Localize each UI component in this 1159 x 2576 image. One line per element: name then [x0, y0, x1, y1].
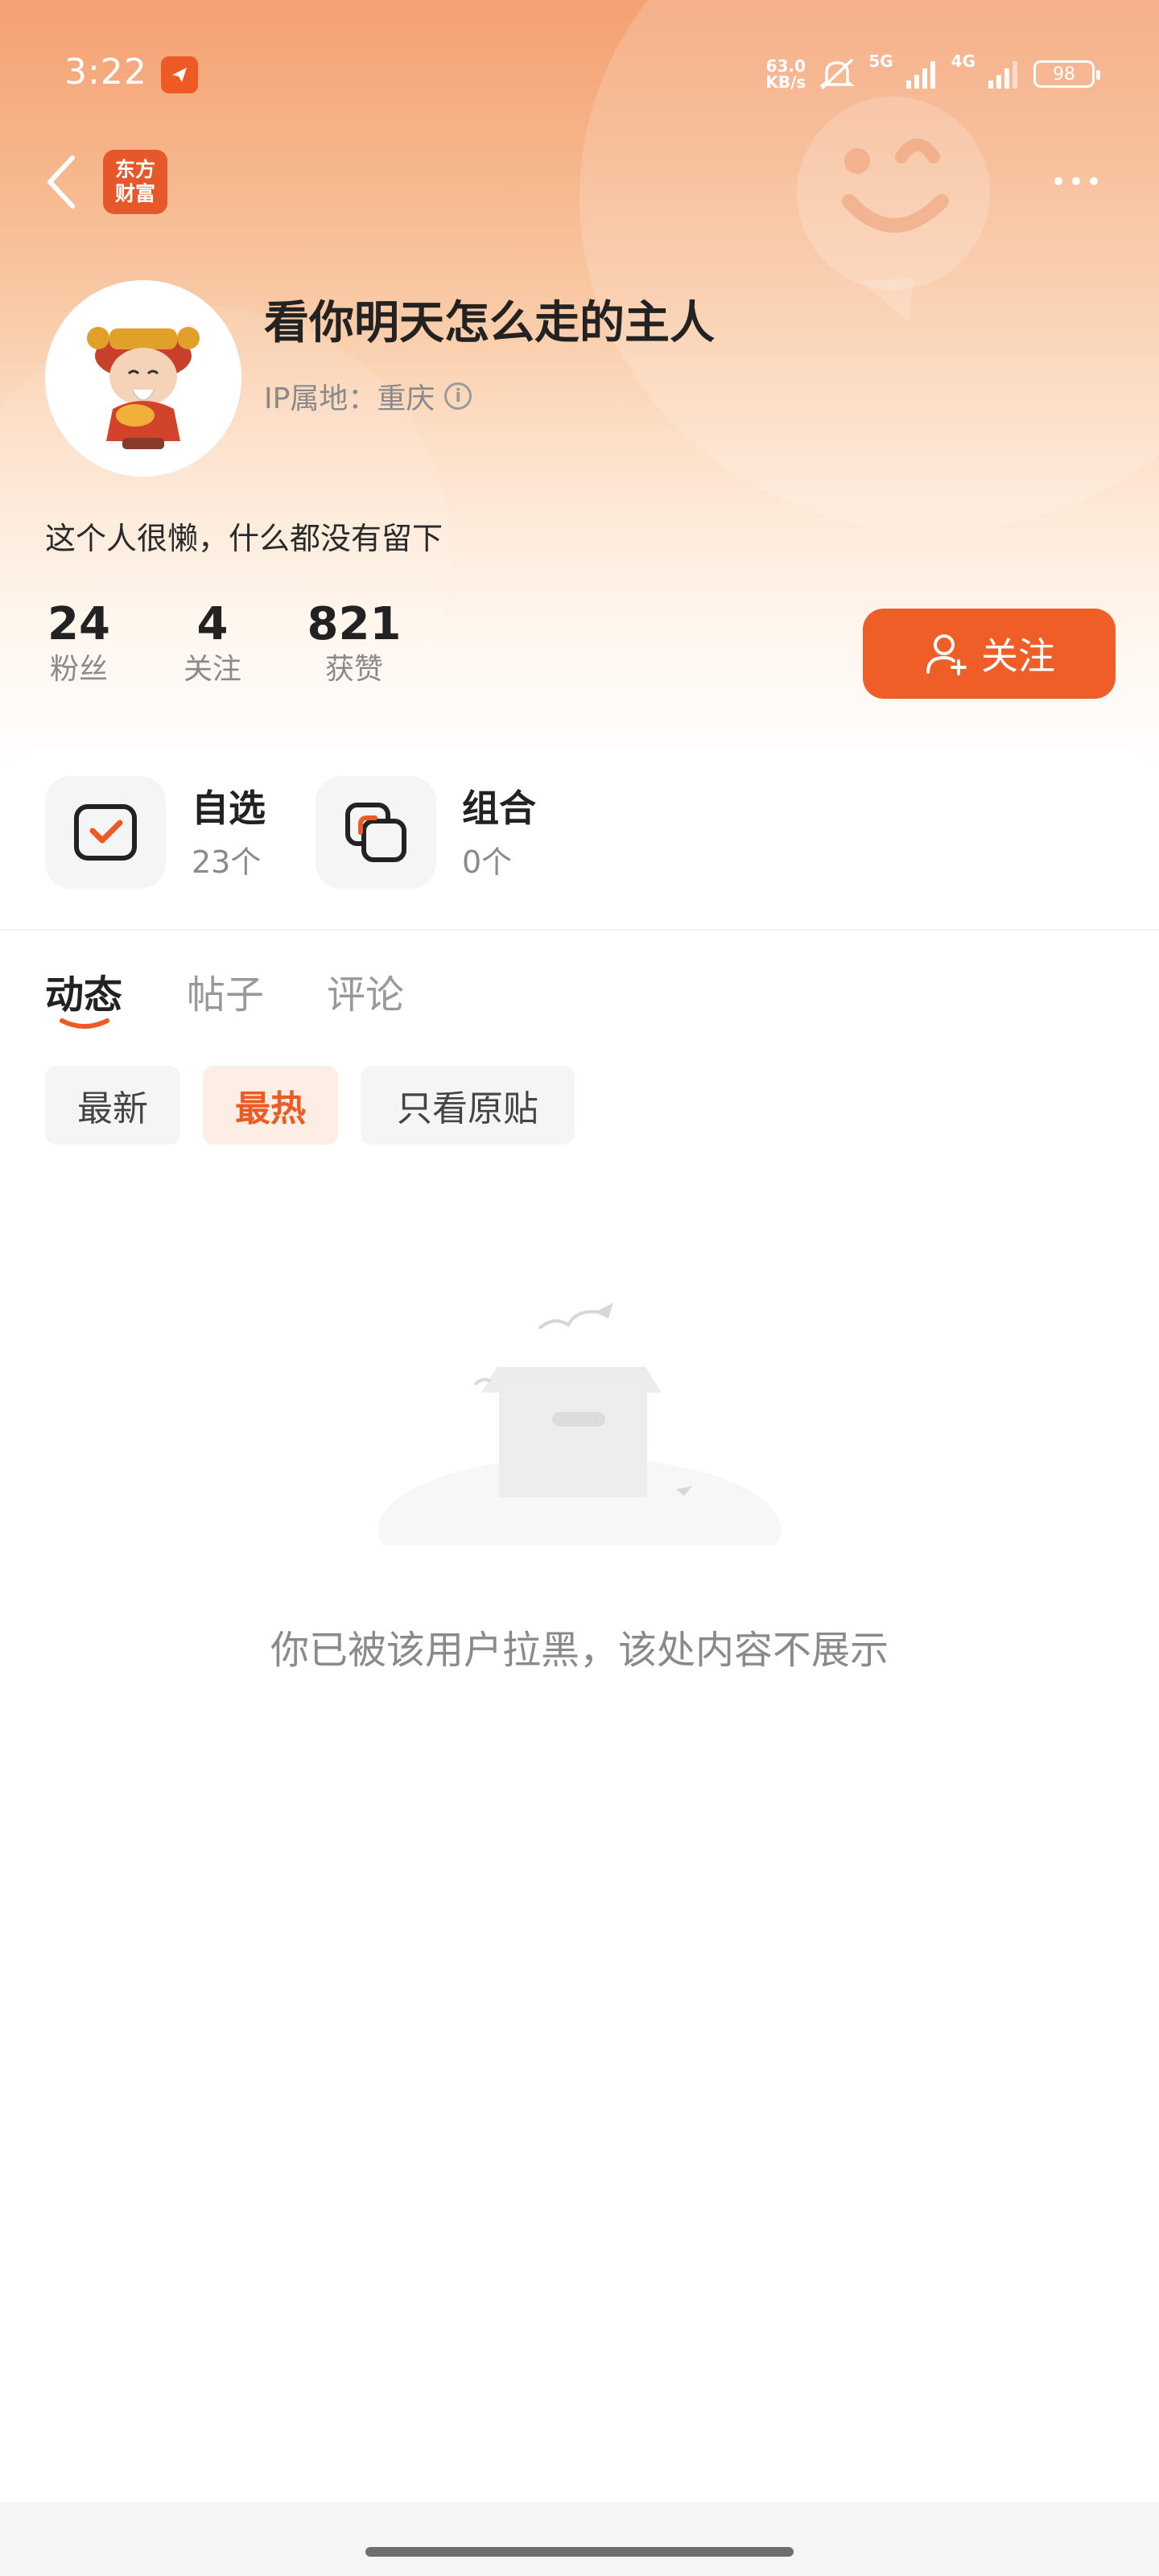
mute-bell-icon — [819, 58, 856, 90]
tab-activity[interactable]: 动态 — [45, 963, 122, 1019]
signal-strength-icon — [905, 61, 935, 89]
stat-fans[interactable]: 24 粉丝 — [47, 599, 111, 689]
filter-hottest[interactable]: 最热 — [203, 1066, 338, 1145]
app-logo[interactable]: 东方 财富 — [103, 150, 167, 214]
signal-strength-icon — [988, 61, 1017, 89]
stat-label: 获赞 — [324, 653, 383, 686]
stat-following[interactable]: 4 关注 — [180, 599, 245, 689]
tab-comments[interactable]: 评论 — [327, 963, 404, 1019]
ip-location: IP属地：重庆 i — [264, 375, 472, 417]
watchlist-count: 23个 — [192, 844, 262, 880]
checkbox-checked-icon — [74, 804, 137, 861]
info-icon[interactable]: i — [444, 382, 472, 410]
status-bar: 3:22 63.0 KB/s 5G 4G 98 — [0, 0, 1159, 145]
stat-value: 821 — [307, 598, 402, 650]
stat-label: 关注 — [183, 653, 241, 686]
empty-box-illustration — [378, 1302, 781, 1546]
battery-indicator: 98 — [1033, 60, 1100, 88]
username: 看你明天怎么走的主人 — [264, 297, 715, 349]
signal-5g-label: 5G — [868, 52, 893, 71]
add-user-icon — [926, 634, 967, 675]
user-bio: 这个人很懒，什么都没有留下 — [45, 521, 443, 556]
stat-label: 粉丝 — [49, 653, 108, 686]
active-tab-indicator — [60, 1018, 109, 1029]
portfolio-count: 0个 — [462, 844, 513, 880]
portfolio-title: 组合 — [462, 786, 536, 830]
stat-likes[interactable]: 821 获赞 — [306, 599, 402, 689]
avatar[interactable] — [45, 280, 241, 477]
filter-latest[interactable]: 最新 — [45, 1066, 180, 1145]
notification-app-icon — [161, 56, 198, 93]
status-indicators: 63.0 KB/s 5G 4G 98 — [765, 52, 1100, 97]
back-arrow-icon[interactable] — [42, 150, 82, 214]
app-logo-line: 财富 — [114, 182, 155, 205]
battery-level: 98 — [1053, 64, 1075, 85]
empty-state-message: 你已被该用户拉黑，该处内容不展示 — [270, 1628, 889, 1673]
watchlist-title: 自选 — [192, 786, 266, 830]
portfolio-icon — [345, 803, 406, 862]
home-indicator[interactable] — [365, 2547, 794, 2557]
ip-location-label: IP属地：重庆 — [264, 382, 435, 415]
signal-4g-label: 4G — [951, 52, 975, 71]
navigation-bar — [0, 2502, 1159, 2576]
stat-value: 4 — [196, 598, 229, 650]
filter-original-only[interactable]: 只看原贴 — [361, 1066, 575, 1145]
portfolio-tile[interactable] — [316, 776, 436, 889]
network-speed: 63.0 KB/s — [765, 58, 806, 90]
caishen-avatar-icon — [87, 327, 200, 449]
network-speed-unit: KB/s — [765, 72, 806, 92]
status-time: 3:22 — [64, 52, 147, 93]
more-options-icon[interactable] — [1054, 165, 1111, 197]
tab-posts[interactable]: 帖子 — [187, 963, 264, 1019]
app-logo-line: 东方 — [114, 158, 155, 181]
network-speed-value: 63.0 — [765, 56, 806, 76]
follow-button[interactable]: 关注 — [863, 609, 1116, 699]
follow-label: 关注 — [981, 634, 1055, 678]
watchlist-tile[interactable] — [45, 776, 166, 889]
section-divider — [0, 929, 1159, 931]
stat-value: 24 — [47, 598, 110, 650]
